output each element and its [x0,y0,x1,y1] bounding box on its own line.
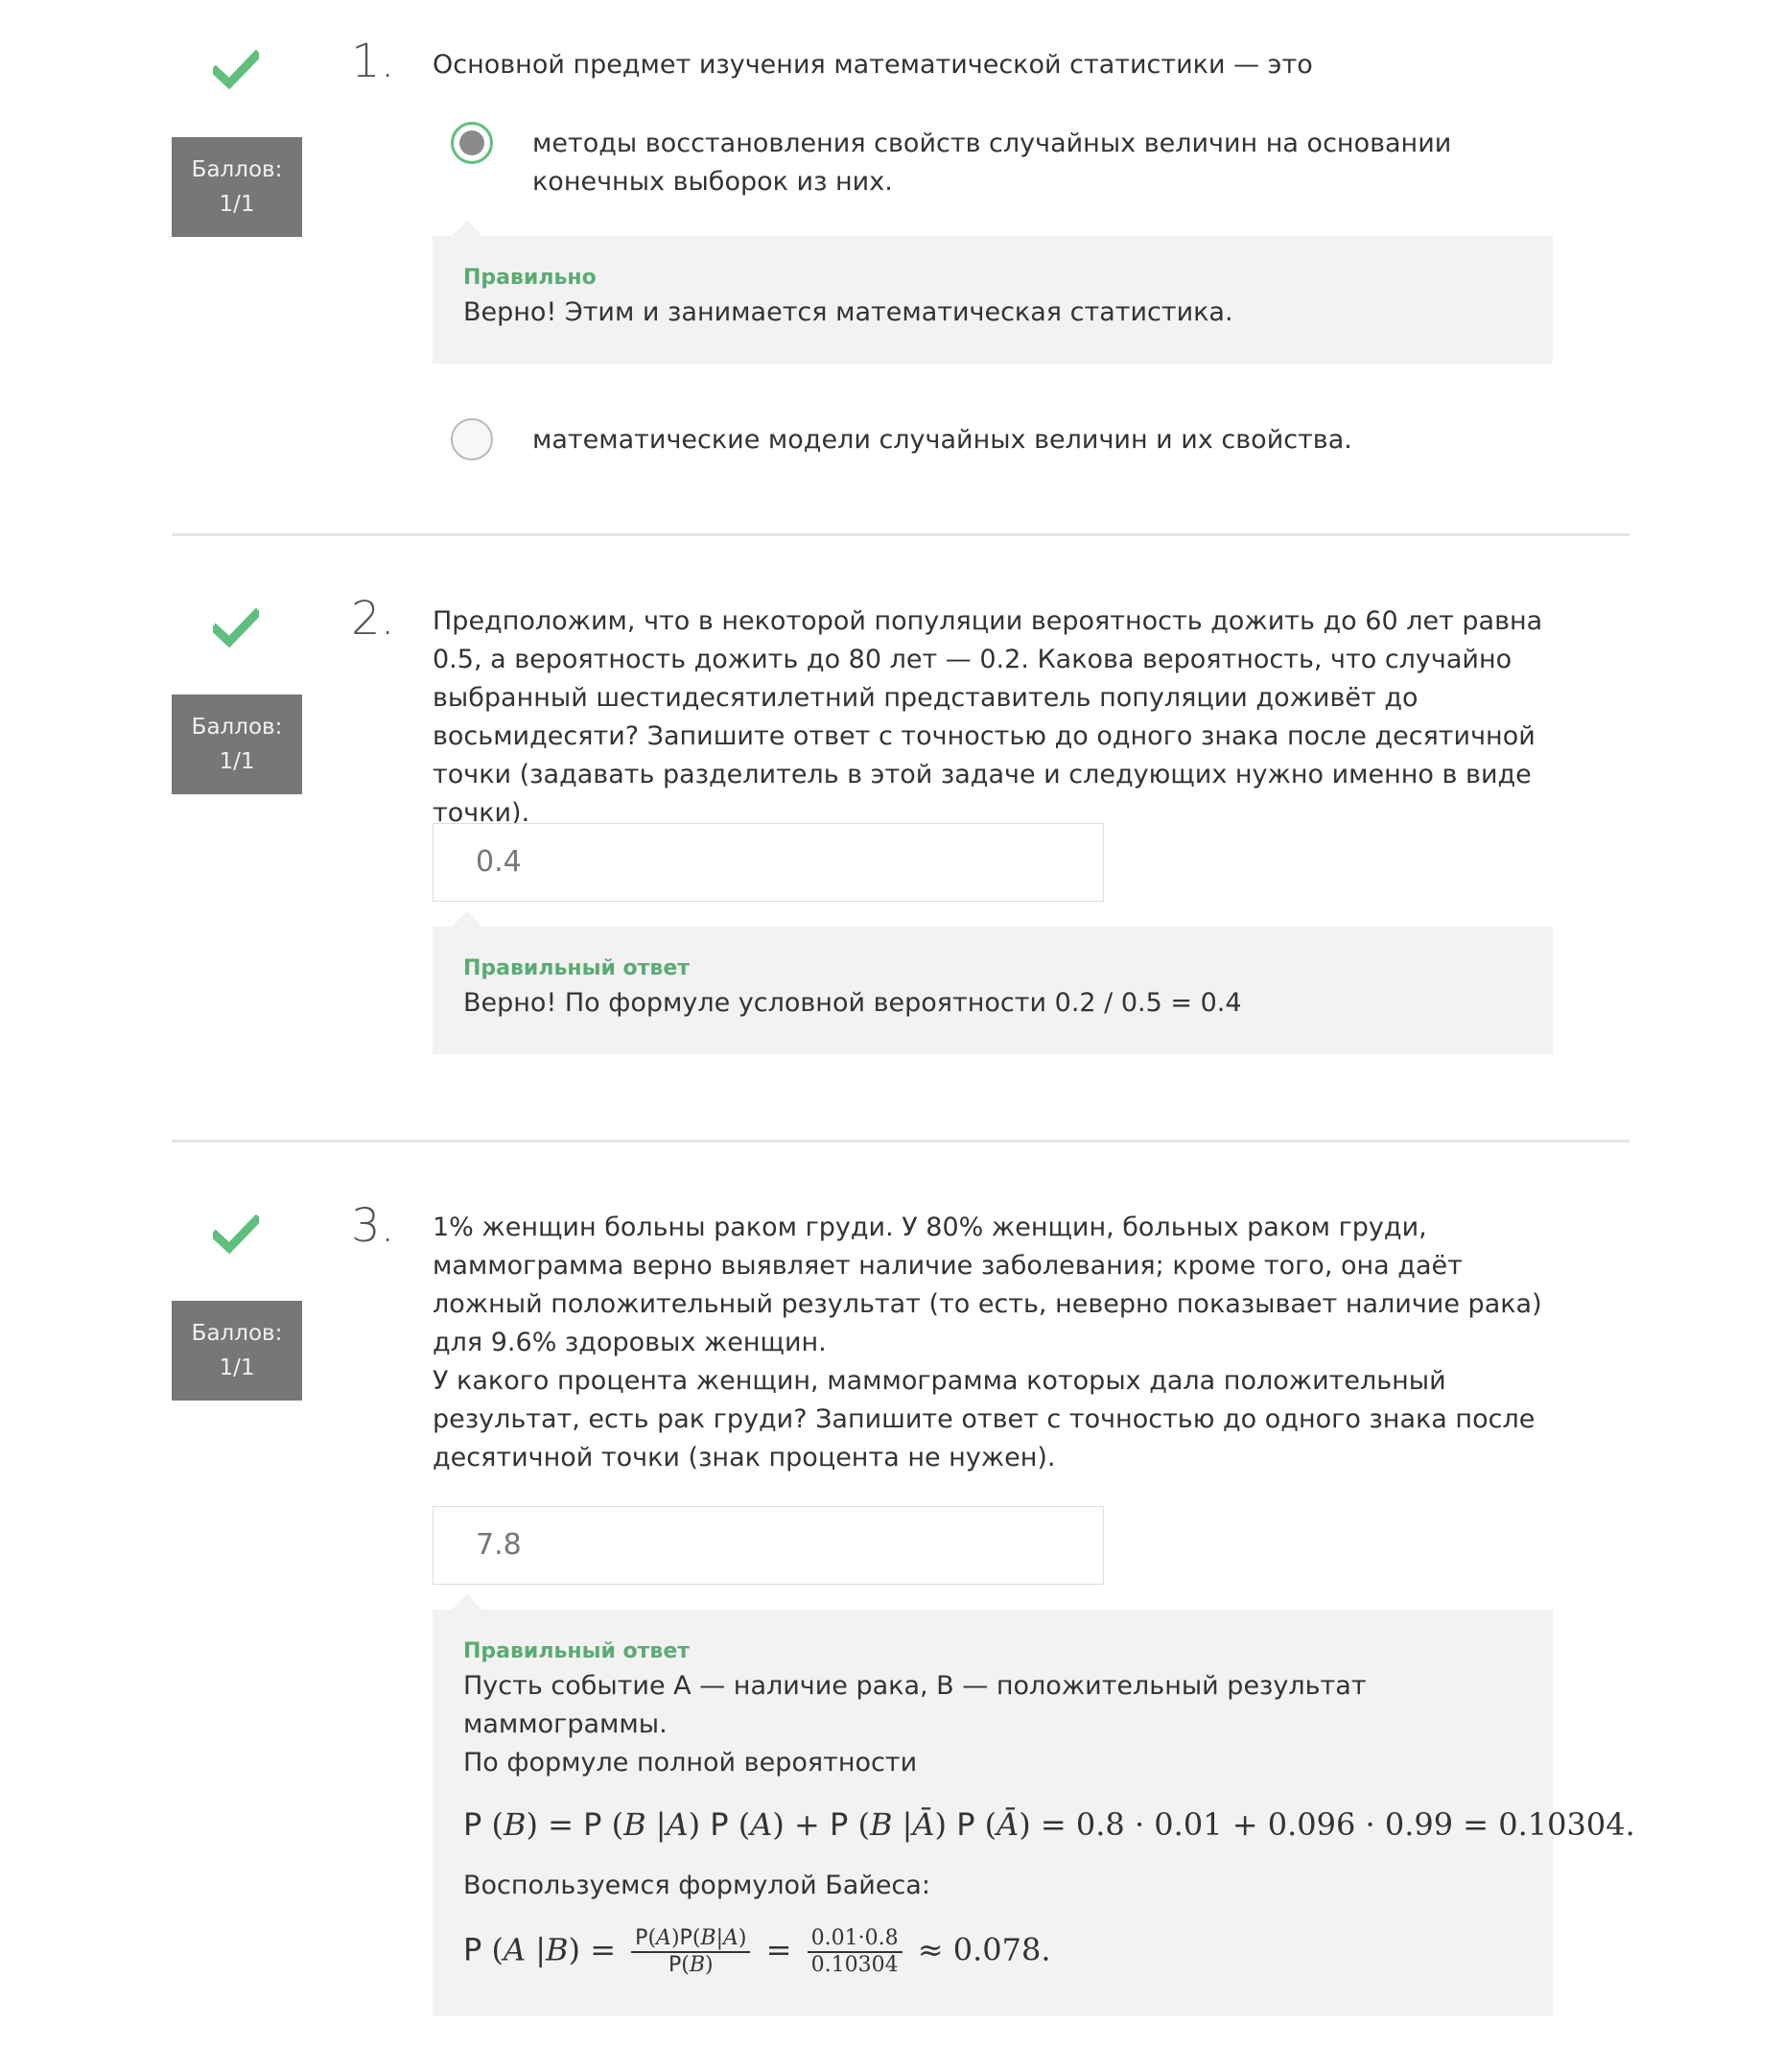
formula-2-result: ≈ 0.078. [917,1931,1051,1968]
bayes-fraction: P(A)P(B|A) P(B) [631,1926,751,1978]
question-text-p2: У какого процента женщин, маммограмма ко… [433,1366,1536,1472]
score-value: 1/1 [219,749,255,774]
feedback-box: Правильный ответ Пусть событие A — налич… [433,1594,1635,2016]
total-probability-formula: P (B) = P (B |A) P (A) + P (B |Ā) P (Ā) … [463,1806,1635,1843]
numeric-fraction-top: 0.01·0.8 [807,1926,903,1953]
feedback-text: Верно! Этим и занимается математическая … [463,297,1233,327]
problem-number: 3. [351,1199,395,1253]
score-badge: Баллов: 1/1 [172,137,302,237]
feedback-text: Верно! По формуле условной вероятности 0… [463,988,1242,1018]
feedback-title: Правильный ответ [463,956,690,980]
feedback-line-1: Пусть событие A — наличие рака, B — поло… [463,1671,1367,1739]
divider [172,533,1630,536]
feedback-box: Правильный ответ Верно! По формуле услов… [433,911,1553,1054]
question-text: Предположим, что в некоторой популяции в… [433,606,1543,828]
feedback-line-3: Воспользуемся формулой Байеса: [463,1871,930,1900]
feedback-line-2: По формуле полной вероятности [463,1748,918,1778]
answer-input[interactable]: 7.8 [433,1506,1104,1585]
score-label: Баллов: [191,157,283,182]
bayes-formula: P (A |B) = P(A)P(B|A) P(B) = 0.01·0.8 0.… [463,1926,1051,1978]
question-text-p1: 1% женщин больны раком груди. У 80% женщ… [433,1213,1542,1357]
score-value: 1/1 [219,192,255,217]
numeric-fraction-bottom: 0.10304 [810,1953,899,1977]
score-label: Баллов: [191,1321,283,1346]
checkmark-icon [213,1214,259,1255]
checkmark-icon [213,608,259,648]
option-radio-2[interactable] [451,418,493,460]
feedback-title: Правильно [463,266,597,290]
score-badge: Баллов: 1/1 [172,695,302,794]
checkmark-icon [213,50,259,90]
divider [172,1140,1630,1142]
option-label-2[interactable]: математические модели случайных величин … [532,421,1539,459]
formula-1-rhs: = 0.8 · 0.01 + 0.096 · 0.99 = 0.10304. [1040,1806,1635,1843]
score-label: Баллов: [191,715,283,740]
score-value: 1/1 [219,1355,255,1380]
score-badge: Баллов: 1/1 [172,1301,302,1401]
problem-number: 1. [351,35,395,88]
problem-number: 2. [351,592,395,646]
feedback-title: Правильный ответ [463,1639,690,1663]
option-label-1[interactable]: методы восстановления свойств случайных … [532,125,1539,201]
answer-input[interactable]: 0.4 [433,823,1104,902]
question-text: Основной предмет изучения математической… [433,50,1313,80]
feedback-box: Правильно Верно! Этим и занимается матем… [433,221,1553,364]
option-radio-1[interactable] [451,122,493,164]
numeric-fraction: 0.01·0.8 0.10304 [807,1926,903,1978]
